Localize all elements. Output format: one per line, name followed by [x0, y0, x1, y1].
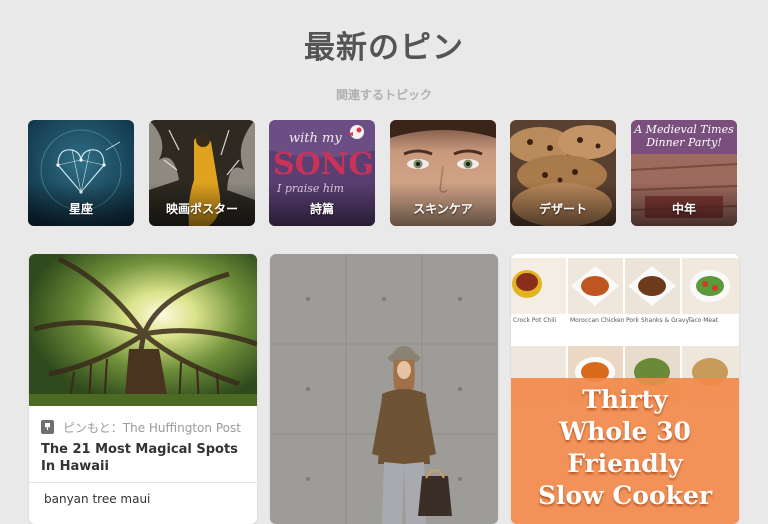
topic-psalms[interactable]: with my SONG I praise him 詩篇	[269, 120, 375, 226]
pin-source[interactable]: ピンもと：The Huffington Post	[41, 418, 241, 436]
topic-constellation[interactable]: 星座	[28, 120, 134, 226]
collage-caption: Taco Meat	[687, 317, 719, 324]
topic-label: 映画ポスター	[165, 202, 238, 216]
page-title: 最新のピン	[304, 30, 464, 66]
topic-middle-age[interactable]: A Medieval Times Dinner Party! 中年	[631, 120, 737, 226]
topic-movie-poster[interactable]: 映画ポスター	[149, 120, 255, 226]
topic-image-caption: A Medieval Times Dinner Party!	[634, 123, 734, 149]
collage-caption: Crock Pot Chili	[513, 317, 557, 324]
svg-text:SONG: SONG	[273, 147, 374, 182]
svg-text:with my: with my	[289, 131, 342, 146]
topic-skincare[interactable]: スキンケア	[390, 120, 496, 226]
collage-caption: Moroccan Chicken	[570, 317, 625, 324]
pin-title[interactable]: The 21 Most Magical Spots In Hawaii	[41, 441, 247, 475]
topic-label: 中年	[671, 202, 696, 216]
pin-card[interactable]: Crock Pot Chili Moroccan Chicken Pork Sh…	[511, 254, 739, 524]
collage-overlay-line: Slow Cooker	[537, 481, 713, 510]
pin-card[interactable]	[270, 254, 498, 524]
related-topics-label: 関連するトピック	[335, 88, 432, 102]
pin-card[interactable]: ピンもと：The Huffington Post The 21 Most Mag…	[29, 254, 257, 524]
divider	[29, 482, 257, 483]
collage-overlay-line: Whole 30	[559, 417, 691, 446]
banyan-tree-photo	[29, 254, 257, 406]
topic-label: スキンケア	[413, 202, 473, 216]
collage-overlay-line: Friendly	[567, 449, 683, 478]
topic-label: 詩篇	[309, 202, 334, 216]
pin-description: banyan tree maui	[44, 492, 151, 506]
pin-icon	[41, 420, 54, 434]
topic-label: デザート	[538, 202, 587, 216]
related-topics-row: 星座 映画ポスター with my SONG I praise him 詩篇	[28, 120, 740, 226]
woman-concrete-wall-photo	[270, 254, 498, 524]
collage-caption: Pork Shanks & Gravy	[626, 317, 689, 324]
topic-label: 星座	[68, 202, 93, 216]
collage-overlay-line: Thirty	[582, 385, 668, 414]
pin-source-text: ピンもと：The Huffington Post	[63, 420, 241, 435]
topic-dessert[interactable]: デザート	[510, 120, 616, 226]
